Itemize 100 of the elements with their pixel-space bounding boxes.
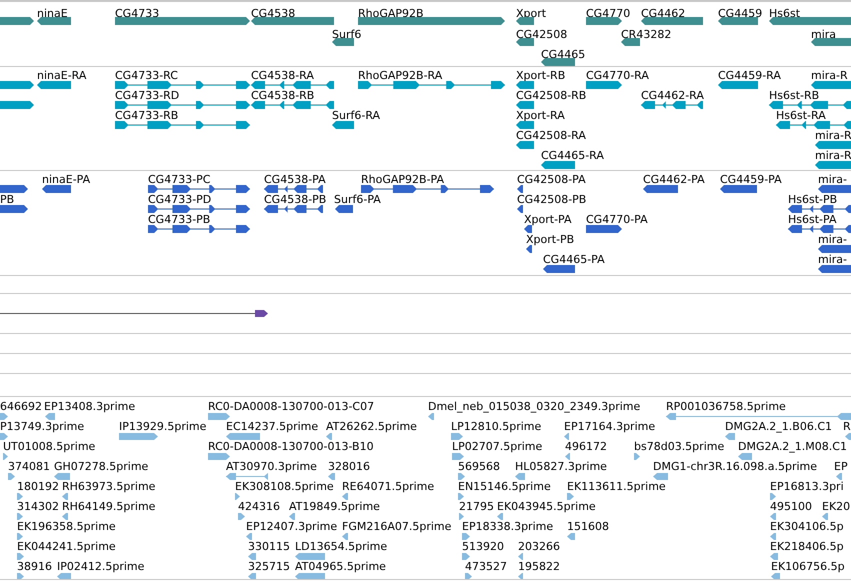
feature-label: CG4733-RC xyxy=(115,69,178,82)
feature-label: EP xyxy=(834,460,848,473)
feature-label: 496172 xyxy=(565,440,607,453)
feature-label: GH07278.5prime xyxy=(54,460,148,473)
feature-label: Surf6-PA xyxy=(334,193,381,206)
feature-label: 203266 xyxy=(518,540,560,553)
feature-label: CG4465 xyxy=(541,48,586,61)
feature-label: CG4733-PB xyxy=(148,213,210,226)
feature-label: Xport-PB xyxy=(526,233,574,246)
feature-label: mira-R xyxy=(815,149,851,162)
feature-label: CG4770-RA xyxy=(586,69,649,82)
feature-label: LD13654.5prime xyxy=(295,540,388,553)
feature-label: RE64071.5prime xyxy=(342,480,434,493)
feature-label: CG4733 xyxy=(115,7,160,20)
feature-label: EK043945.5prime xyxy=(497,500,596,513)
feature-label: 495100 xyxy=(770,500,812,513)
feature-label: Xport-RB xyxy=(516,69,566,82)
feature-label: CG42508 xyxy=(516,28,568,40)
feature-label: EN15146.5prime xyxy=(458,480,551,493)
feature-label: CG4538 xyxy=(251,7,296,20)
feature-label: mira- xyxy=(818,253,848,266)
feature-label: CG4770 xyxy=(586,7,630,20)
feature-label: Surf6 xyxy=(332,28,362,40)
feature-label: mira- xyxy=(818,233,848,246)
feature-label: 195822 xyxy=(518,560,560,573)
feature-label: Hs6st xyxy=(769,7,800,20)
feature-label: AT19849.5prime xyxy=(289,500,380,513)
feature-label: 646692 xyxy=(0,400,42,413)
feature-label: CG42508-PB xyxy=(517,193,586,206)
feature-label: CG4538-PB xyxy=(264,193,326,206)
feature-label: 374081 xyxy=(8,460,50,473)
feature-label: RhoGAP92B-RA xyxy=(358,69,442,82)
feature-label: Xport-PA xyxy=(524,213,572,226)
feature-label: CG4465-PA xyxy=(543,253,605,266)
feature-label: bs78d03.5prime xyxy=(634,440,724,453)
feature-label: DMG2A.2_1.B06.C1 xyxy=(725,420,832,433)
feature-label: EK308108.5prime xyxy=(235,480,334,493)
feature-label: EP12407.3prime xyxy=(246,520,338,533)
feature-label: EP17164.3prime xyxy=(564,420,656,433)
feature-label: CG4459 xyxy=(718,7,762,20)
feature-label: DMG1-chr3R.16.098.a.5prime xyxy=(653,460,818,473)
feature-label: mira-R xyxy=(815,129,851,142)
feature-label: CG4465-RA xyxy=(541,149,604,162)
feature-label: IP13929.5prime xyxy=(119,420,206,433)
feature-label: AT04965.5prime xyxy=(295,560,386,573)
feature-label: CG4538-PA xyxy=(264,173,326,186)
feature-label: RhoGAP92B xyxy=(358,7,424,20)
feature-label: CG42508-PA xyxy=(517,173,586,186)
feature-label: 21795 xyxy=(459,500,494,513)
feature-label: CG4733-PC xyxy=(148,173,210,186)
feature-label: Hs6st-RB xyxy=(769,89,820,102)
feature-label: R xyxy=(843,420,851,433)
feature-label: 330115 xyxy=(248,540,290,553)
feature-label: PB xyxy=(0,193,14,206)
feature-label: AT26262.5prime xyxy=(326,420,417,433)
feature-label: EK113611.5prime xyxy=(567,480,666,493)
feature-label: EK106756.5p xyxy=(771,560,845,573)
feature-label: 38916 xyxy=(17,560,52,573)
feature-label: 513920 xyxy=(462,540,504,553)
feature-label: CG4770-PA xyxy=(586,213,648,226)
feature-label: Hs6st-PA xyxy=(788,213,836,226)
feature-label: RP001036758.5prime xyxy=(666,400,786,413)
feature-label: 180192 xyxy=(17,480,59,493)
feature-label: 314302 xyxy=(17,500,59,513)
feature-label: CG4733-RD xyxy=(115,89,180,102)
feature-label: CG4733-PD xyxy=(148,193,212,206)
feature-label: EK20 xyxy=(822,500,850,513)
feature-label: 328016 xyxy=(328,460,370,473)
feature-label: EP16813.3pri xyxy=(770,480,844,493)
feature-label: mira- xyxy=(818,173,848,186)
feature-label: Hs6st-PB xyxy=(788,193,838,206)
feature-label: P13749.3prime xyxy=(0,420,84,433)
feature-label: CG42508-RA xyxy=(516,129,586,142)
feature-label: EC14237.5prime xyxy=(226,420,318,433)
feature-label: RH63973.5prime xyxy=(62,480,156,493)
feature-label: CG4462-RA xyxy=(641,89,704,102)
feature-label: Surf6-RA xyxy=(332,109,380,122)
feature-label: CG4459-RA xyxy=(718,69,781,82)
feature-label: mira-R xyxy=(811,69,848,82)
feature-label: ninaE xyxy=(37,7,68,20)
feature-label: IP02412.5prime xyxy=(57,560,144,573)
feature-label: 473527 xyxy=(465,560,507,573)
feature-label: EK304106.5p xyxy=(770,520,844,533)
feature-label: CG4462 xyxy=(641,7,686,20)
feature-label: EK218406.5p xyxy=(770,540,844,553)
feature-label: RC0-DA0008-130700-013-B10 xyxy=(208,440,374,453)
feature-label: HL05827.3prime xyxy=(515,460,607,473)
feature-label: RhoGAP92B-PA xyxy=(361,173,444,186)
feature-label: 569568 xyxy=(458,460,500,473)
feature-label: FGM216A07.5prime xyxy=(342,520,452,533)
feature-label: Xport-RA xyxy=(516,109,565,122)
feature-label: DMG2A.2_1.M08.C1 xyxy=(738,440,847,453)
feature-label: LP02707.5prime xyxy=(452,440,542,453)
feature-label: AT30970.3prime xyxy=(226,460,317,473)
feature-label: CR43282 xyxy=(621,28,672,40)
feature-label: 325715 xyxy=(248,560,290,573)
feature-label: mira xyxy=(811,28,836,40)
feature-label: EK044241.5prime xyxy=(17,540,116,553)
feature-label: 151608 xyxy=(567,520,609,533)
feature-label: ninaE-RA xyxy=(37,69,86,82)
